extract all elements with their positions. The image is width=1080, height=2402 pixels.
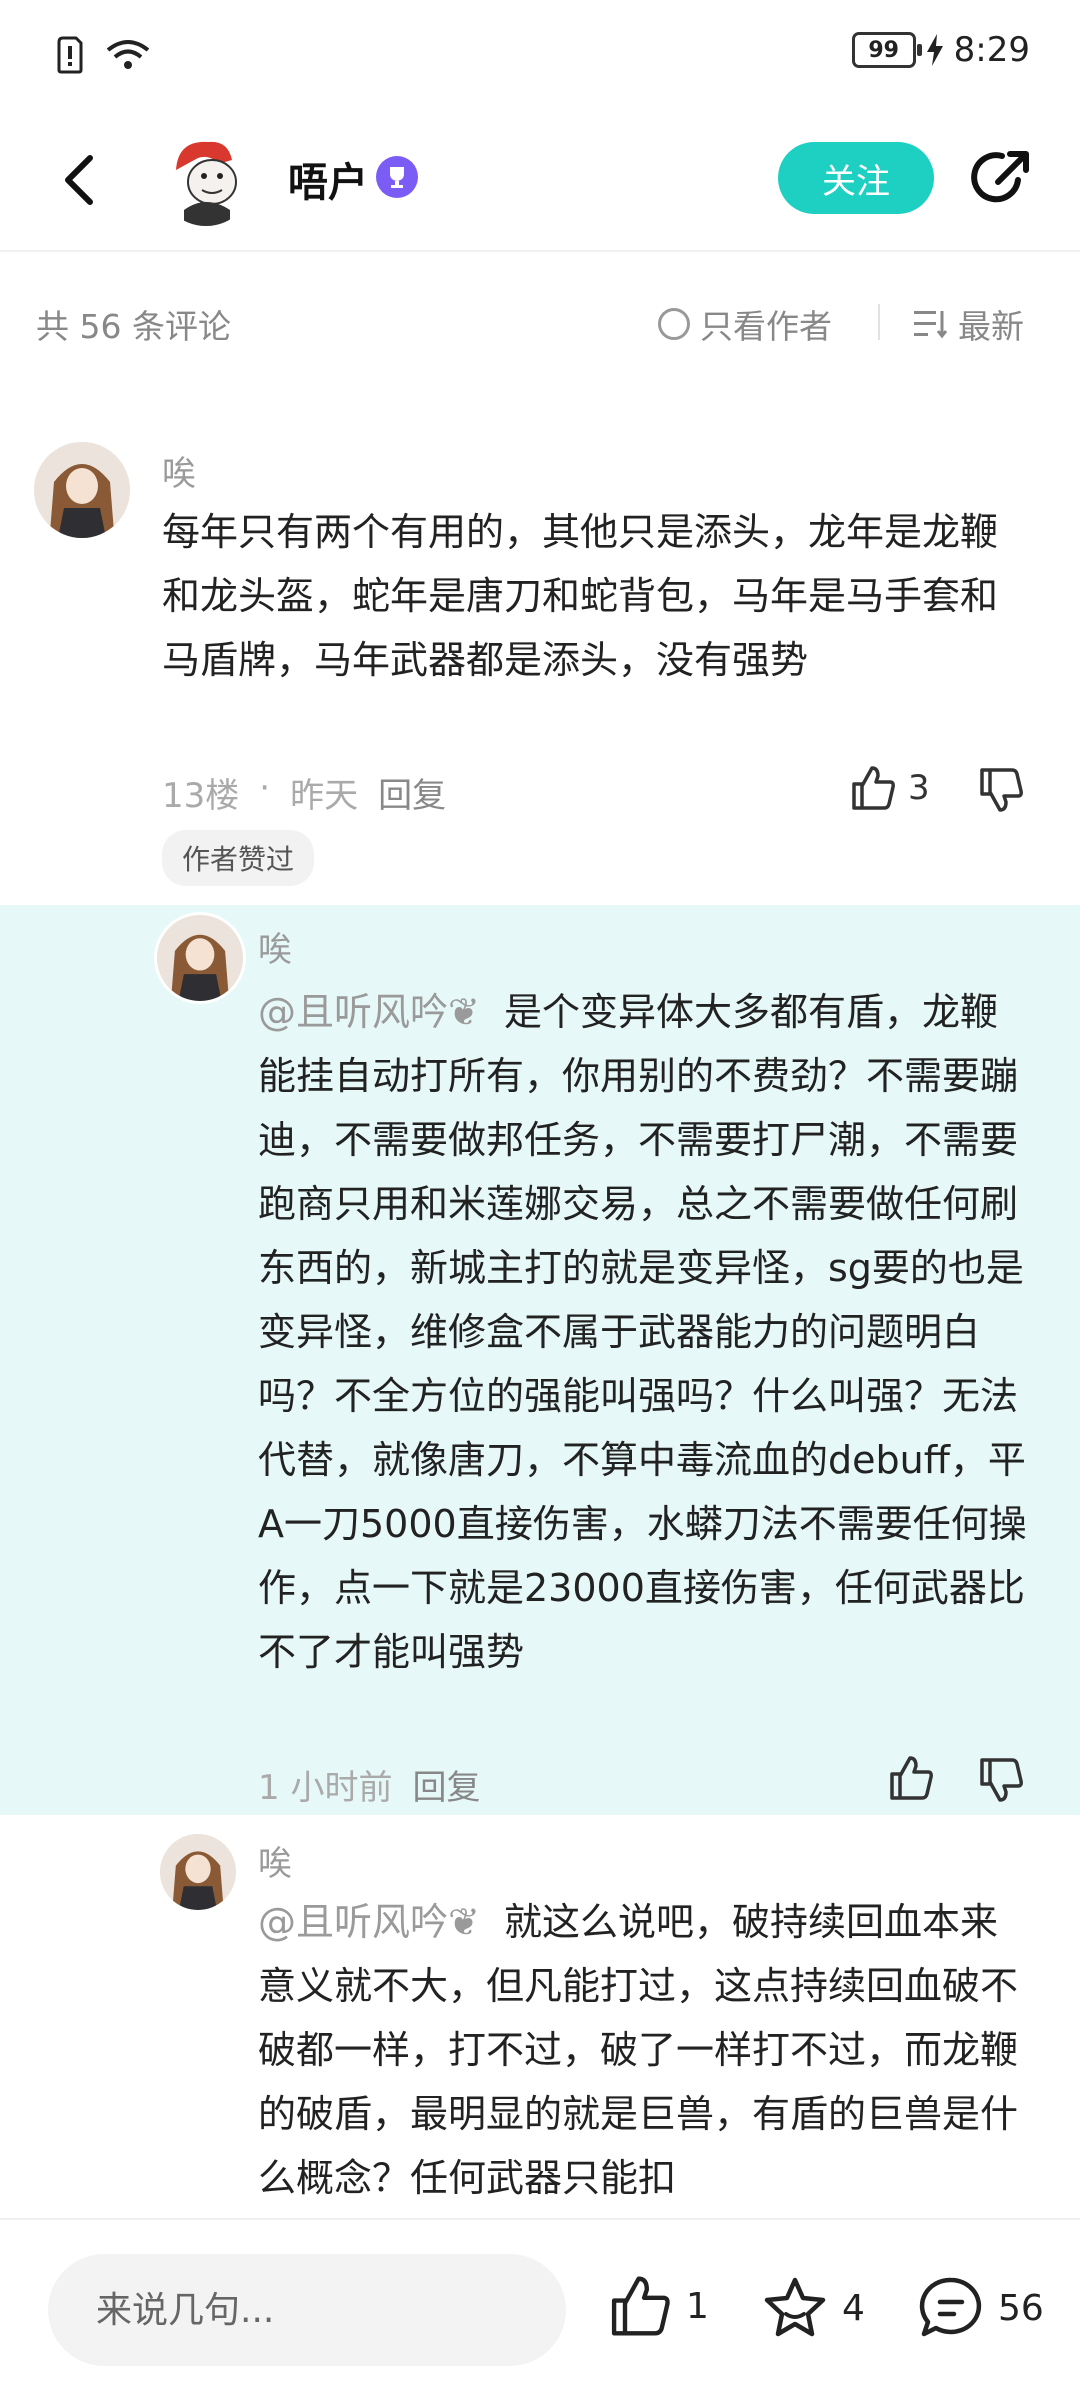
thumbs-down-icon[interactable]	[978, 1758, 1024, 1802]
star-icon	[764, 2277, 826, 2337]
sim-alert-icon	[57, 36, 83, 74]
reply-button[interactable]: 回复	[378, 768, 446, 817]
bottom-action-bar: 1 4 56	[0, 2218, 1080, 2402]
author-only-label: 只看作者	[700, 307, 832, 346]
comment-input[interactable]	[48, 2254, 566, 2366]
commenter-avatar[interactable]	[154, 912, 246, 1004]
meta-dot: ·	[259, 768, 271, 808]
status-left	[56, 36, 150, 74]
reply-button[interactable]: 回复	[412, 1760, 480, 1809]
author-liked-badge: 作者赞过	[162, 830, 315, 886]
thumbs-up-icon	[852, 766, 895, 810]
comments-button[interactable]: 56	[918, 2276, 1044, 2340]
thumbs-down-icon[interactable]	[978, 768, 1024, 812]
comment-text: 每年只有两个有用的，其他只是添头，龙年是龙鞭和龙头盔，蛇年是唐刀和蛇背包，马年是…	[162, 510, 999, 682]
thumbs-up-icon	[611, 2276, 670, 2336]
reply-text: @且听风吟❦ 是个变异体大多都有盾，龙鞭能挂自动打所有，你用别的不费劲？不需要蹦…	[258, 980, 1028, 1684]
commenter-name[interactable]: 唉	[258, 1836, 292, 1885]
wifi-icon	[106, 40, 150, 69]
top-nav: 唔户 关注	[0, 110, 1080, 252]
post-like-button[interactable]: 1	[608, 2276, 709, 2336]
comment-time: 昨天	[290, 776, 359, 816]
floor-number: 13楼	[162, 776, 240, 816]
back-arrow-icon[interactable]	[52, 150, 112, 210]
charging-icon	[926, 34, 943, 66]
comment-bubble-icon	[919, 2277, 982, 2337]
reply-body: 是个变异体大多都有盾，龙鞭能挂自动打所有，你用别的不费劲？不需要蹦迪，不需要做邦…	[258, 990, 1027, 1674]
like-count: 3	[908, 768, 930, 808]
reply-body: 就这么说吧，破持续回血本来意义就不大，但凡能打过，这点持续回血破不破都一样，打不…	[258, 1900, 1019, 2200]
reply-meta: 1 小时前 回复	[258, 1760, 480, 1809]
mention-link[interactable]: @且听风吟❦	[258, 990, 480, 1034]
radio-icon	[658, 308, 690, 340]
battery-icon: 99	[851, 32, 922, 68]
commenter-avatar[interactable]	[34, 442, 130, 538]
favorite-button[interactable]: 4	[762, 2276, 865, 2340]
post-like-count: 1	[686, 2285, 709, 2327]
like-button[interactable]: 3	[850, 766, 930, 810]
author-avatar[interactable]	[158, 130, 254, 226]
share-icon[interactable]	[968, 146, 1034, 212]
status-right: 99 8:29	[851, 30, 1030, 70]
thumbs-up-icon[interactable]	[888, 1756, 934, 1800]
sort-selector[interactable]: 最新	[914, 300, 1024, 348]
commenter-name[interactable]: 唉	[258, 922, 292, 971]
commenter-name[interactable]: 唉	[162, 446, 196, 495]
comment-filter-bar: 共 56 条评论 只看作者 最新	[0, 290, 1080, 362]
comment-count: 共 56 条评论	[36, 307, 231, 346]
mention-link[interactable]: @且听风吟❦	[258, 1900, 480, 1944]
comment-meta: 13楼 · 昨天 回复	[162, 768, 446, 817]
divider	[878, 304, 880, 340]
follow-button[interactable]: 关注	[778, 142, 934, 214]
battery-level: 99	[868, 37, 899, 63]
comment-total: 56	[998, 2287, 1044, 2329]
status-bar: 99 8:29	[0, 0, 1080, 110]
reply-time: 1 小时前	[258, 1768, 393, 1808]
trophy-badge-icon	[376, 156, 418, 198]
author-name[interactable]: 唔户	[288, 150, 368, 208]
sort-label: 最新	[958, 307, 1024, 346]
sort-icon	[914, 311, 948, 339]
commenter-avatar[interactable]	[160, 1834, 236, 1910]
reply-text: @且听风吟❦ 就这么说吧，破持续回血本来意义就不大，但凡能打过，这点持续回血破不…	[258, 1890, 1028, 2210]
favorite-count: 4	[842, 2287, 865, 2329]
clock: 8:29	[953, 30, 1030, 70]
author-only-toggle[interactable]: 只看作者	[658, 300, 832, 348]
